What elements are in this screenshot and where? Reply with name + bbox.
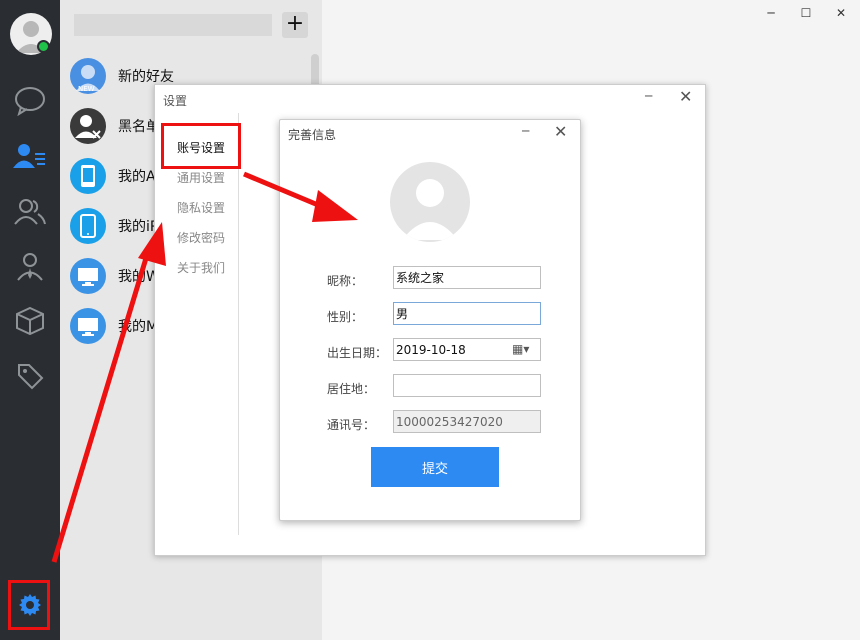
settings-close-button[interactable]: ✕	[679, 87, 692, 106]
profile-dialog: 完善信息 ─ ✕ 昵称： 性别： 出生日期： ▦▾ 居住地： 通讯号： 提交	[279, 119, 581, 521]
calendar-dropdown-icon[interactable]: ▦▾	[512, 342, 529, 356]
menu-item-privacy[interactable]: 隐私设置	[177, 199, 225, 216]
mac-pc-icon	[70, 308, 106, 344]
blacklist-icon	[70, 108, 106, 144]
settings-highlight-box	[8, 580, 50, 630]
windows-pc-icon	[70, 258, 106, 294]
nickname-label: 昵称：	[327, 274, 364, 288]
window-maximize-button[interactable]: ☐	[796, 4, 816, 22]
gender-label: 性别：	[327, 310, 364, 324]
uid-label: 通讯号：	[327, 418, 376, 432]
window-minimize-button[interactable]: ─	[761, 4, 781, 22]
settings-title: 设置	[163, 94, 188, 108]
profile-title: 完善信息	[288, 128, 337, 142]
menu-item-password[interactable]: 修改密码	[177, 229, 225, 246]
contacts-icon[interactable]	[12, 138, 48, 174]
new-friend-icon: NEW	[70, 58, 106, 94]
menu-item-general[interactable]: 通用设置	[177, 169, 225, 186]
add-contact-button[interactable]: +	[282, 12, 308, 38]
residence-field[interactable]	[393, 374, 541, 397]
birthday-label: 出生日期：	[327, 346, 388, 360]
new-badge: NEW	[78, 85, 95, 93]
window-close-button[interactable]: ✕	[831, 4, 851, 22]
apps-box-icon[interactable]	[12, 303, 48, 339]
business-contact-icon[interactable]	[12, 248, 48, 284]
submit-button[interactable]: 提交	[371, 447, 499, 487]
groups-icon[interactable]	[12, 193, 48, 229]
android-device-icon	[70, 158, 106, 194]
profile-avatar[interactable]	[390, 162, 470, 242]
menu-item-about[interactable]: 关于我们	[177, 259, 225, 276]
iphone-device-icon	[70, 208, 106, 244]
online-status-dot	[37, 40, 50, 53]
tag-icon[interactable]	[12, 358, 48, 394]
settings-minimize-button[interactable]: ─	[645, 89, 652, 103]
contact-name: 新的好友	[118, 69, 174, 85]
nickname-field[interactable]	[393, 266, 541, 289]
account-menu-highlight-box	[161, 123, 241, 169]
uid-field	[393, 410, 541, 433]
residence-label: 居住地：	[327, 382, 376, 396]
profile-close-button[interactable]: ✕	[554, 122, 567, 141]
nav-rail	[0, 0, 60, 640]
settings-menu: 账号设置 通用设置 隐私设置 修改密码 关于我们	[155, 113, 239, 535]
gender-field[interactable]	[393, 302, 541, 325]
profile-minimize-button[interactable]: ─	[522, 124, 529, 138]
search-input[interactable]	[74, 14, 272, 36]
chat-icon[interactable]	[12, 83, 48, 119]
